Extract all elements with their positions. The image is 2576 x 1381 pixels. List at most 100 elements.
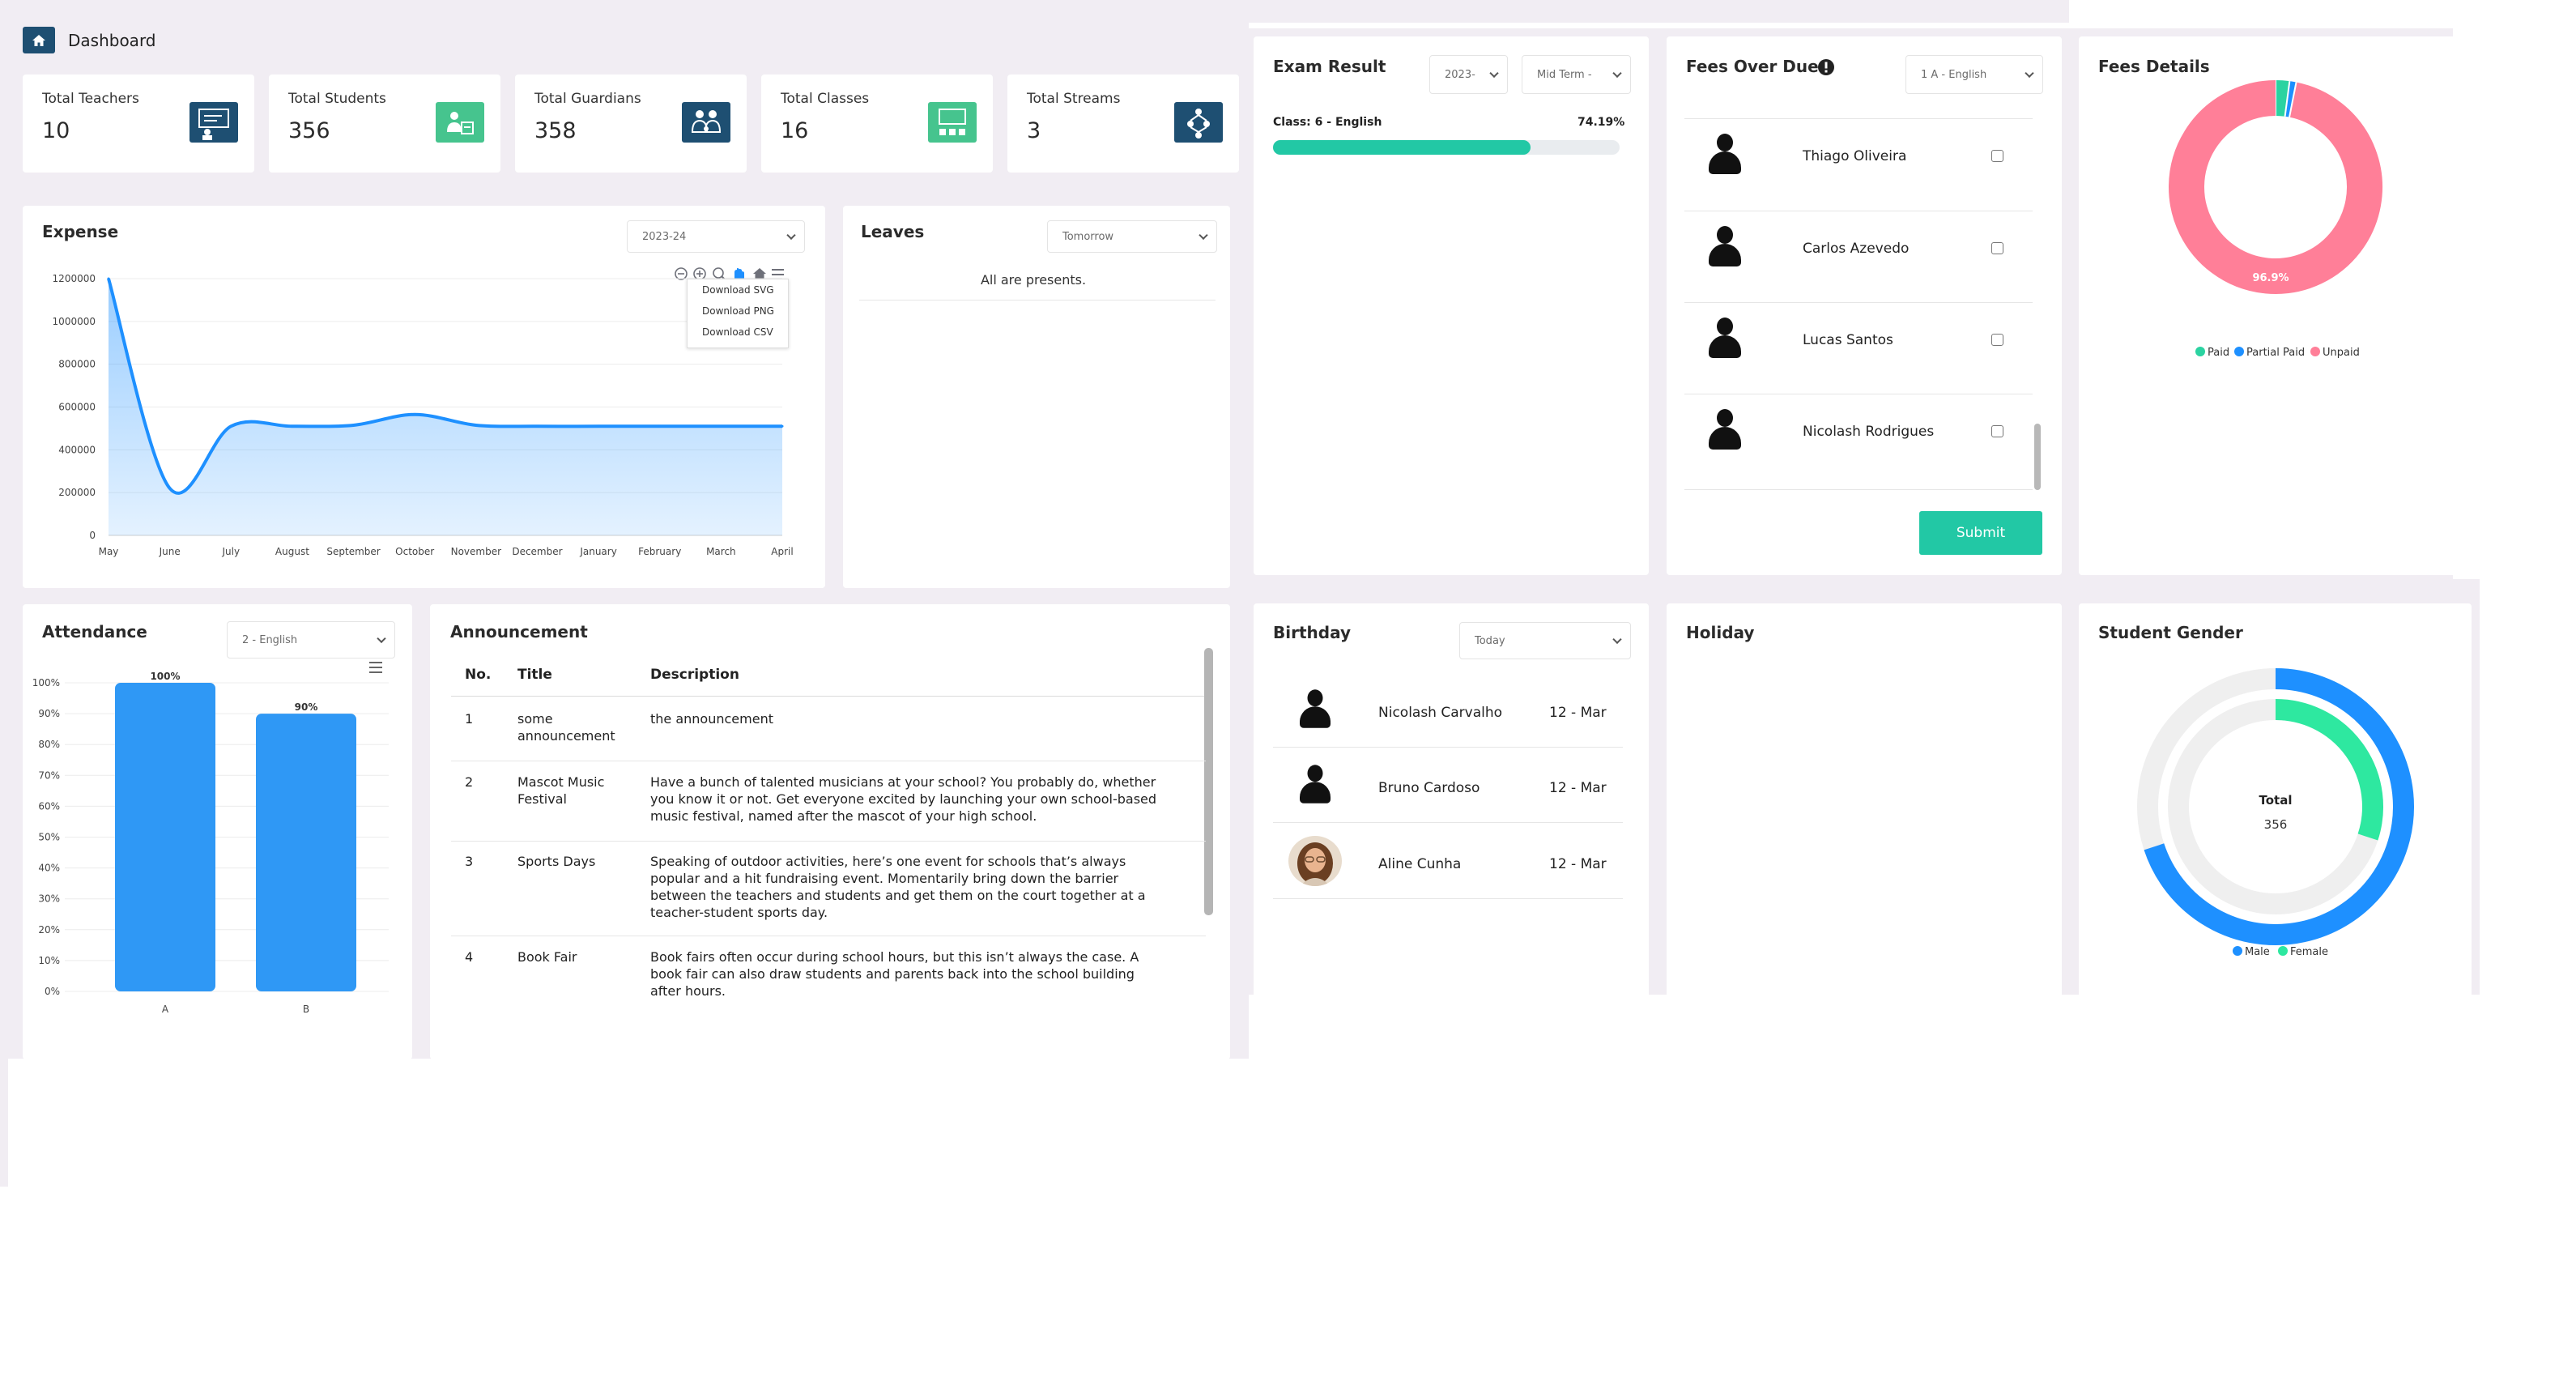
expense-point [168, 487, 172, 490]
divider [1273, 747, 1623, 748]
divider [1273, 822, 1623, 823]
total-guardians-label: Total Guardians [534, 91, 641, 107]
fees-details-donut-chart: 96.9% Paid Partial Paid Unpaid [2169, 80, 2382, 359]
birthday-date: 12 - Mar [1549, 705, 1607, 721]
avatar-head [1717, 134, 1733, 151]
fees-overdue-title: Fees Over Due [1686, 57, 1819, 76]
exam-year-select[interactable]: 2023- [1429, 55, 1508, 94]
streams-icon [1174, 102, 1223, 143]
announcement-description-text: book fair can also draw students and par… [650, 966, 1135, 982]
total-students-value: 356 [288, 118, 330, 143]
y-tick-label: 800000 [58, 359, 96, 370]
total-classes-card[interactable]: Total Classes 16 [761, 75, 993, 173]
birthday-card: Birthday Today Nicolash Carvalho 12 - Mar… [1254, 603, 1649, 1006]
female-ring [2275, 699, 2383, 841]
birthday-day-select[interactable]: Today [1459, 622, 1631, 659]
attendance-bar-chart: 100% 90% 80% 70% 60% 50% 40% 30% 20% 10% 0% 100% A 90… [32, 671, 389, 1015]
expense-point [719, 424, 722, 428]
divider [451, 841, 1206, 842]
user-avatar-icon [1300, 689, 1331, 729]
y-tick-label: 40% [38, 863, 60, 874]
y-tick-label: 100% [32, 677, 60, 688]
total-streams-card[interactable]: Total Streams 3 [1007, 75, 1239, 173]
fees-student-name: Thiago Oliveira [1803, 148, 1907, 164]
birthday-date: 12 - Mar [1549, 780, 1607, 796]
download-svg-option[interactable]: Download SVG [702, 284, 774, 296]
avatar-body [1709, 244, 1741, 266]
user-avatar-icon [1300, 765, 1331, 804]
birthday-date: 12 - Mar [1549, 856, 1607, 872]
fees-class-select[interactable]: 1 A - English [1905, 55, 2043, 94]
leaves-day-select[interactable]: Tomorrow [1047, 220, 1217, 253]
y-tick-label: 70% [38, 769, 60, 781]
announcement-card: Announcement No. Title Description 1 some… [430, 604, 1230, 1059]
announcement-title: Announcement [450, 622, 588, 641]
announcement-title-text: some [517, 711, 553, 727]
fees-class-value: 1 A - English [1921, 68, 1987, 81]
exam-term-select[interactable]: Mid Term - [1522, 55, 1631, 94]
total-classes-value: 16 [781, 118, 809, 143]
fees-student-checkbox[interactable] [1991, 334, 2003, 346]
total-students-card[interactable]: Total Students 356 [269, 75, 500, 173]
exam-percent-text: 74.19% [1578, 116, 1625, 129]
fees-student-checkbox[interactable] [1991, 425, 2003, 437]
announcement-title-text: Festival [517, 791, 567, 807]
fees-student-checkbox[interactable] [1991, 242, 2003, 254]
fees-student-checkbox[interactable] [1991, 150, 2003, 162]
x-tick-label: B [303, 1004, 309, 1015]
gender-total-value: 356 [2264, 817, 2288, 832]
fees-slice-unpaid [2169, 80, 2382, 294]
announcement-description-text: the announcement [650, 711, 773, 727]
x-tick-label: December [512, 546, 562, 557]
announcement-no: 4 [465, 949, 474, 965]
student-gender-card: Student Gender Total 356 Male Female [2079, 603, 2472, 1006]
x-tick-label: September [326, 546, 380, 557]
home-button[interactable] [23, 27, 55, 53]
students-icon [436, 102, 484, 143]
home-icon [32, 34, 45, 46]
legend-label[interactable]: Paid [2208, 347, 2229, 359]
user-avatar-icon [1709, 226, 1741, 268]
y-tick-label: 600000 [58, 402, 96, 413]
divider [1684, 302, 2033, 303]
avatar-head [1717, 318, 1733, 335]
announcement-description-text: music festival, named after the mascot o… [650, 808, 1037, 824]
gender-total-label: Total [2259, 793, 2293, 808]
column-header-no: No. [465, 667, 492, 683]
legend-marker [2278, 946, 2288, 956]
expense-point [107, 277, 110, 280]
x-tick-label: August [275, 546, 309, 557]
leaves-card: Leaves Tomorrow All are presents. [843, 206, 1230, 588]
y-tick-label: 200000 [58, 487, 96, 498]
fees-scrollbar[interactable] [2034, 424, 2041, 490]
total-guardians-card[interactable]: Total Guardians 358 [515, 75, 747, 173]
expense-line-chart: 120000010000008000006000004000002000000M… [53, 273, 794, 557]
download-png-option[interactable]: Download PNG [702, 305, 774, 317]
y-tick-label: 60% [38, 800, 60, 812]
y-tick-label: 0 [89, 530, 96, 541]
submit-button[interactable]: Submit [1919, 511, 2042, 555]
column-header-title: Title [517, 667, 552, 683]
avatar-body [1709, 427, 1741, 450]
user-avatar-icon [1709, 409, 1741, 451]
x-tick-label: November [451, 546, 501, 557]
announcement-title-text: Book Fair [517, 949, 577, 965]
x-tick-label: March [706, 546, 736, 557]
info-icon[interactable] [1817, 58, 1835, 76]
legend-label[interactable]: Female [2290, 946, 2328, 958]
total-teachers-value: 10 [42, 118, 70, 143]
expense-point [352, 424, 356, 427]
user-avatar-icon [1709, 318, 1741, 360]
total-classes-label: Total Classes [781, 91, 870, 107]
leaves-day-value: Tomorrow [1062, 230, 1114, 243]
total-teachers-card[interactable]: Total Teachers 10 [23, 75, 254, 173]
legend-label[interactable]: Male [2245, 946, 2270, 958]
legend-label[interactable]: Partial Paid [2246, 347, 2305, 359]
holiday-card: Holiday [1667, 603, 2062, 1006]
attendance-card: Attendance 2 - English 100% 90% 80% 70% 60% 5… [23, 604, 412, 1059]
avatar-photo [1288, 836, 1342, 886]
legend-label[interactable]: Unpaid [2323, 347, 2360, 359]
page-title: Dashboard [68, 31, 156, 50]
announcement-scrollbar[interactable] [1204, 648, 1213, 915]
download-csv-option[interactable]: Download CSV [702, 326, 773, 338]
